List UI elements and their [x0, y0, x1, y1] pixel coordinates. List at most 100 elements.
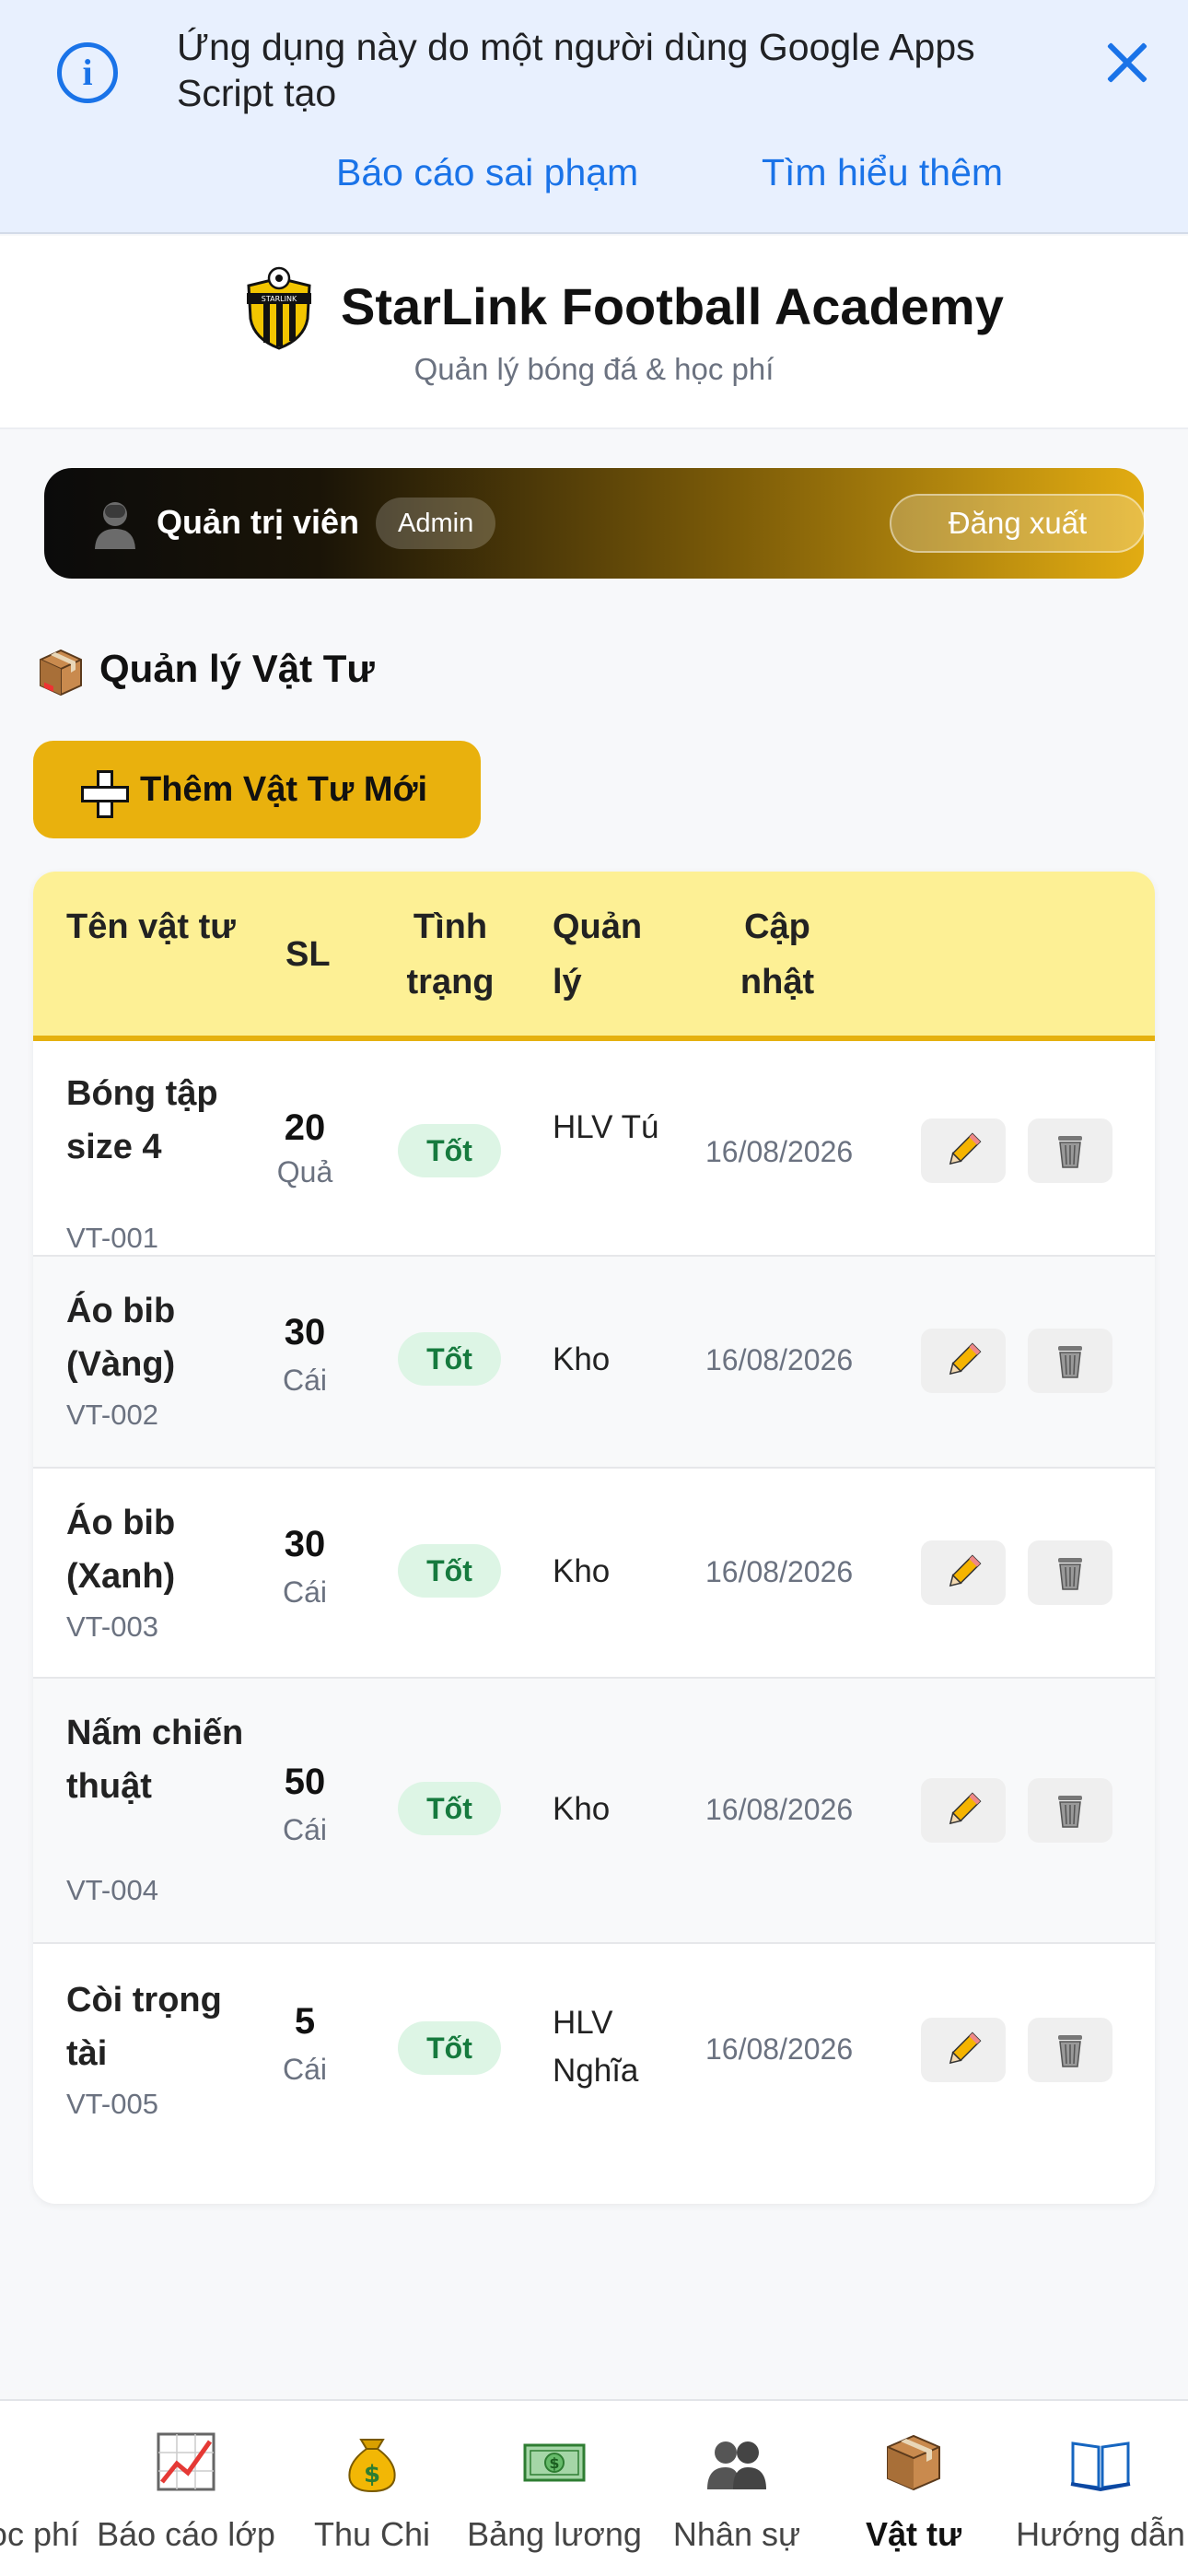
item-name: Áo bib (Xanh) [66, 1504, 176, 1596]
user-icon [95, 502, 135, 549]
add-item-label: Thêm Vật Tư Mới [140, 770, 428, 809]
add-item-button[interactable]: Thêm Vật Tư Mới [33, 741, 481, 838]
bottom-nav: Học phí Báo cáo lớp $ Thu Chi $ Bảng lươ… [0, 2399, 1188, 2576]
close-icon[interactable] [1098, 33, 1157, 92]
item-updated: 16/08/2026 [705, 2032, 854, 2066]
nav-item-supplies[interactable]: Vật tư [840, 2419, 987, 2558]
table-row: Còi trọng tài VT-005 5 Cái Tốt HLV Nghĩa… [33, 1944, 1155, 2204]
nav-label: Bảng lương [467, 2515, 642, 2553]
trash-icon [1058, 1346, 1082, 1378]
item-qty: 50 [284, 1762, 326, 1802]
nav-label: Thu Chi [313, 2515, 431, 2553]
edit-button[interactable] [921, 1778, 1006, 1843]
item-code: VT-004 [66, 1874, 158, 1906]
banner-message: Ứng dụng này do một người dùng Google Ap… [177, 26, 975, 114]
trash-icon [1058, 1136, 1082, 1168]
nav-item-staff[interactable]: Nhân sự [658, 2419, 816, 2558]
item-updated: 16/08/2026 [705, 1343, 854, 1376]
item-manager: HLV Tú [553, 1109, 659, 1145]
header-manager: Quản lý [553, 907, 643, 1001]
money-bag-icon: $ [348, 2439, 396, 2493]
header-qty: SL [285, 935, 331, 974]
info-icon: i [57, 42, 118, 103]
nav-item-class-report[interactable]: Báo cáo lớp [96, 2419, 276, 2558]
item-unit: Cái [282, 2053, 327, 2086]
supplies-table: Tên vật tư SL Tình trạng Quản lý Cập nhậ… [33, 872, 1155, 2204]
item-name: Nấm chiến thuật [66, 1714, 244, 1806]
nav-item-payroll[interactable]: $ Bảng lương [464, 2419, 645, 2558]
delete-button[interactable] [1028, 1778, 1112, 1843]
item-name: Áo bib (Vàng) [66, 1292, 176, 1384]
user-name: Quản trị viên [157, 503, 360, 541]
app-title: StarLink Football Academy [341, 277, 1004, 335]
table-row: Nấm chiến thuật VT-004 50 Cái Tốt Kho 16… [33, 1679, 1155, 1944]
nav-item-guide[interactable]: Hướng dẫn [1011, 2419, 1188, 2558]
academy-logo: STARLINK [247, 266, 311, 350]
item-manager: Kho [553, 1553, 611, 1589]
header-status: Tình trạng [406, 907, 495, 1001]
app-subtitle: Quản lý bóng đá & học phí [413, 352, 775, 386]
table-row: Áo bib (Xanh) VT-003 30 Cái Tốt Kho 16/0… [33, 1469, 1155, 1679]
learn-more-link[interactable]: Tìm hiểu thêm [762, 151, 1003, 194]
item-code: VT-001 [66, 1222, 158, 1254]
table-row: Áo bib (Vàng) VT-002 30 Cái Tốt Kho 16/0… [33, 1257, 1155, 1469]
logout-button[interactable]: Đăng xuất [890, 494, 1146, 553]
edit-button[interactable] [921, 2018, 1006, 2082]
pencil-icon [949, 1792, 982, 1825]
banknote-icon: $ [523, 2443, 586, 2482]
people-icon [707, 2441, 766, 2489]
item-qty: 30 [284, 1524, 326, 1564]
header-updated: Cập nhật [740, 907, 815, 1001]
status-badge: Tốt [398, 2021, 501, 2075]
apps-script-banner: i Ứng dụng này do một người dùng Google … [0, 0, 1188, 234]
item-unit: Cái [282, 1813, 327, 1846]
item-code: VT-002 [66, 1399, 158, 1431]
section-title: Quản lý Vật Tư [99, 647, 375, 690]
item-unit: Quả [276, 1155, 333, 1188]
pencil-icon [949, 1132, 982, 1165]
item-qty: 30 [284, 1312, 326, 1352]
edit-button[interactable] [921, 1118, 1006, 1183]
svg-text:$: $ [364, 2461, 380, 2488]
nav-label: Nhân sự [672, 2515, 801, 2553]
trash-icon [1058, 1558, 1082, 1590]
status-badge: Tốt [398, 1124, 501, 1177]
role-badge: Admin [376, 498, 496, 549]
delete-button[interactable] [1028, 2018, 1112, 2082]
header-name: Tên vật tư [66, 907, 236, 946]
nav-label: Vật tư [865, 2515, 962, 2553]
item-manager: HLV Nghĩa [553, 2005, 639, 2089]
trash-icon [1058, 2035, 1082, 2067]
nav-label: Học phí [0, 2515, 79, 2553]
item-unit: Cái [282, 1364, 327, 1397]
item-qty: 20 [284, 1107, 326, 1148]
svg-text:STARLINK: STARLINK [262, 295, 297, 303]
package-icon [887, 2434, 940, 2491]
edit-button[interactable] [921, 1540, 1006, 1605]
pencil-icon [949, 1342, 982, 1376]
item-qty: 5 [294, 2001, 316, 2042]
pencil-icon [949, 1554, 982, 1587]
report-abuse-link[interactable]: Báo cáo sai phạm [336, 151, 638, 194]
status-badge: Tốt [398, 1782, 501, 1835]
nav-item-tuition[interactable]: Học phí [0, 2419, 83, 2558]
edit-button[interactable] [921, 1329, 1006, 1393]
item-unit: Cái [282, 1575, 327, 1609]
item-updated: 16/08/2026 [705, 1793, 854, 1826]
item-updated: 16/08/2026 [705, 1135, 854, 1168]
item-code: VT-005 [66, 2088, 158, 2120]
item-name: Còi trọng tài [66, 1981, 222, 2073]
item-name: Bóng tập size 4 [66, 1074, 218, 1166]
delete-button[interactable] [1028, 1118, 1112, 1183]
nav-item-income-expense[interactable]: $ Thu Chi [295, 2419, 449, 2558]
nav-label: Báo cáo lớp [97, 2515, 275, 2553]
delete-button[interactable] [1028, 1540, 1112, 1605]
status-badge: Tốt [398, 1332, 501, 1386]
status-badge: Tốt [398, 1544, 501, 1598]
book-icon [1070, 2441, 1131, 2492]
item-code: VT-003 [66, 1610, 158, 1643]
delete-button[interactable] [1028, 1329, 1112, 1393]
item-manager: Kho [553, 1791, 611, 1827]
chart-icon [157, 2432, 215, 2491]
app-header: STARLINK StarLink Football Academy Quản … [0, 236, 1188, 429]
